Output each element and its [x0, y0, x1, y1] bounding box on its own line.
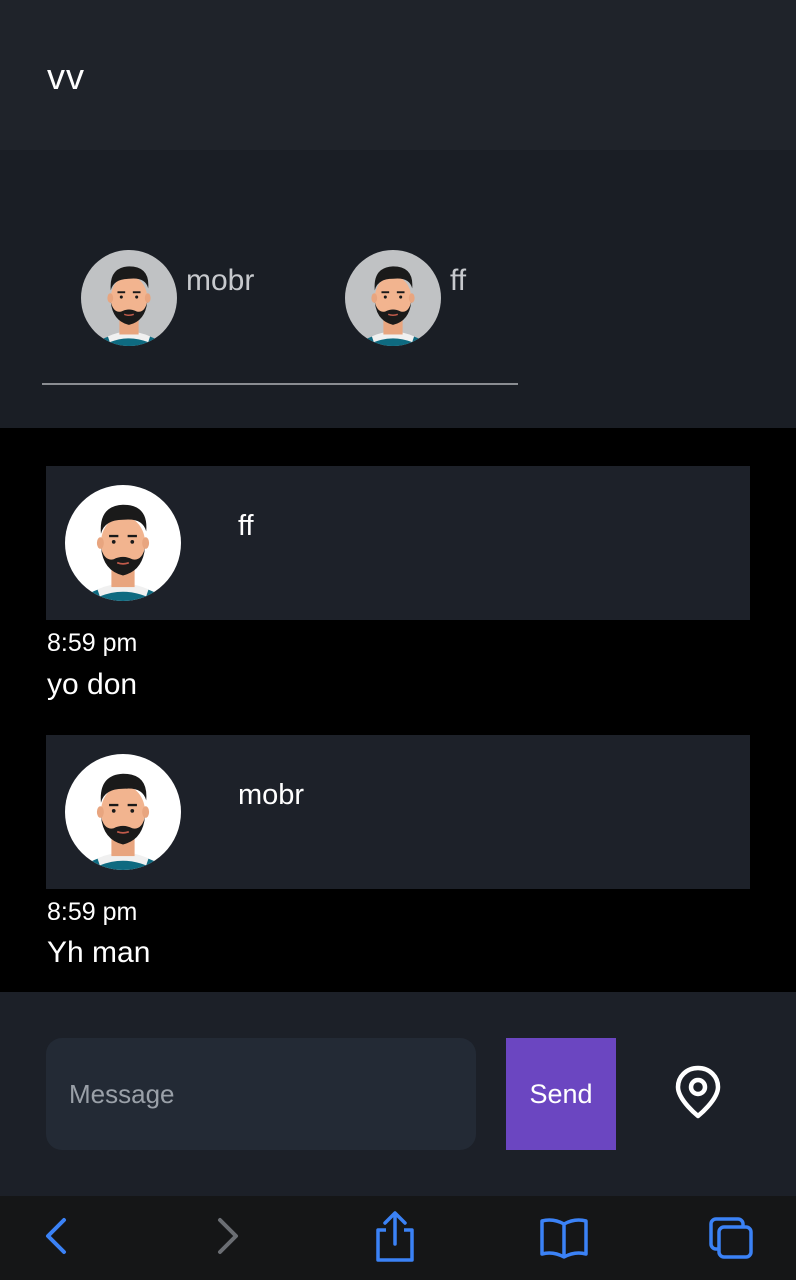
message-author: ff	[238, 510, 254, 542]
member-ff[interactable]: ff	[345, 250, 466, 346]
bookmarks-icon[interactable]	[538, 1216, 590, 1260]
members-divider	[42, 383, 518, 385]
message-author: mobr	[238, 779, 305, 811]
member-mobr[interactable]: mobr	[81, 250, 254, 346]
browser-toolbar	[0, 1196, 796, 1280]
message-list[interactable]: ff 8:59 pm yo don mobr 8:59 pm Yh man	[0, 428, 796, 992]
member-name: ff	[450, 264, 467, 297]
man-avatar-icon	[81, 250, 177, 346]
message-input[interactable]	[46, 1038, 476, 1150]
message-author-card: mobr	[46, 735, 750, 889]
man-avatar-icon	[345, 250, 441, 346]
forward-icon[interactable]	[212, 1212, 244, 1260]
composer-bar: Send	[0, 992, 796, 1196]
message-time: 8:59 pm	[47, 898, 138, 926]
message-text: Yh man	[47, 936, 151, 969]
room-title: vv	[47, 56, 85, 97]
member-name: mobr	[186, 264, 255, 297]
back-icon[interactable]	[40, 1212, 72, 1260]
share-icon[interactable]	[372, 1210, 418, 1264]
message-time: 8:59 pm	[47, 629, 138, 657]
message-author-card: ff	[46, 466, 750, 620]
send-button[interactable]: Send	[506, 1038, 616, 1150]
tabs-icon[interactable]	[706, 1214, 756, 1262]
chat-header: vv	[0, 0, 796, 150]
message-text: yo don	[47, 668, 138, 701]
members-bar: mobr ff	[0, 150, 796, 428]
location-pin-icon[interactable]	[674, 1064, 722, 1120]
man-avatar-icon	[65, 754, 181, 870]
man-avatar-icon	[65, 485, 181, 601]
